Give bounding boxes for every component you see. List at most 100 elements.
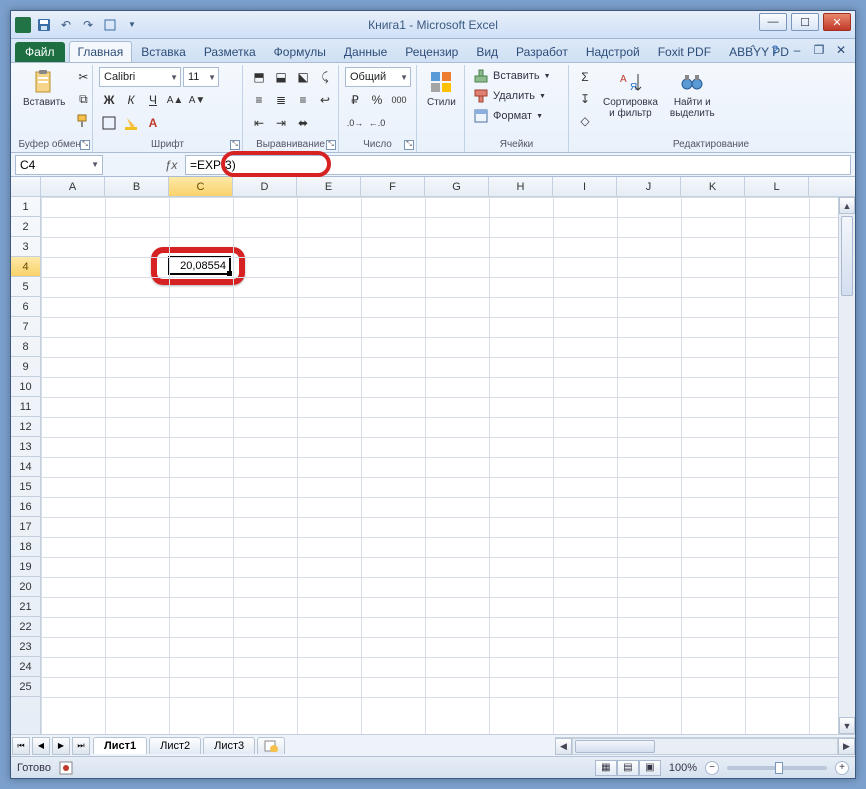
page-layout-view-icon[interactable]: ▤ bbox=[617, 760, 639, 776]
increase-decimal-icon[interactable]: .0→ bbox=[345, 113, 365, 133]
row-header[interactable]: 17 bbox=[11, 517, 40, 537]
row-header[interactable]: 2 bbox=[11, 217, 40, 237]
fill-color-icon[interactable] bbox=[121, 113, 141, 133]
zoom-slider[interactable] bbox=[727, 766, 827, 770]
column-header[interactable]: B bbox=[105, 177, 169, 196]
tab-review[interactable]: Рецензир bbox=[396, 41, 467, 62]
find-select-button[interactable]: Найти и выделить bbox=[666, 67, 719, 121]
wrap-text-icon[interactable]: ↩ bbox=[315, 90, 335, 110]
insert-cells-button[interactable]: Вставить ▼ bbox=[471, 67, 553, 85]
formula-input[interactable]: =EXP(3) bbox=[185, 155, 851, 175]
tab-insert[interactable]: Вставка bbox=[132, 41, 195, 62]
align-bottom-icon[interactable]: ⬕ bbox=[293, 67, 313, 87]
tab-file[interactable]: Файл bbox=[15, 42, 65, 62]
autosum-icon[interactable]: Σ bbox=[575, 67, 595, 87]
workbook-close-icon[interactable]: ✕ bbox=[833, 42, 849, 58]
hscroll-track[interactable] bbox=[572, 738, 838, 755]
tab-layout[interactable]: Разметка bbox=[195, 41, 265, 62]
row-header[interactable]: 20 bbox=[11, 577, 40, 597]
decrease-indent-icon[interactable]: ⇤ bbox=[249, 113, 269, 133]
qat-customize-icon[interactable]: ▼ bbox=[123, 16, 141, 34]
hscroll-thumb[interactable] bbox=[575, 740, 655, 753]
orientation-icon[interactable]: ⤹ bbox=[315, 67, 335, 87]
align-right-icon[interactable]: ≡ bbox=[293, 90, 313, 110]
sheet-tab-3[interactable]: Лист3 bbox=[203, 737, 255, 754]
fill-handle[interactable] bbox=[227, 271, 232, 276]
comma-icon[interactable]: 000 bbox=[389, 90, 409, 110]
tab-addins[interactable]: Надстрой bbox=[577, 41, 649, 62]
row-header[interactable]: 16 bbox=[11, 497, 40, 517]
cut-icon[interactable]: ✂ bbox=[73, 67, 93, 87]
row-header[interactable]: 12 bbox=[11, 417, 40, 437]
font-name-combo[interactable]: Calibri▼ bbox=[99, 67, 181, 87]
row-header[interactable]: 6 bbox=[11, 297, 40, 317]
scroll-right-icon[interactable]: ▶ bbox=[838, 738, 855, 755]
merge-icon[interactable]: ⬌ bbox=[293, 113, 313, 133]
scroll-left-icon[interactable]: ◀ bbox=[555, 738, 572, 755]
qat-extra-icon[interactable] bbox=[101, 16, 119, 34]
normal-view-icon[interactable]: ▦ bbox=[595, 760, 617, 776]
page-break-view-icon[interactable]: ▣ bbox=[639, 760, 661, 776]
tab-foxit[interactable]: Foxit PDF bbox=[649, 41, 720, 62]
vertical-scrollbar[interactable]: ▲ ▼ bbox=[838, 197, 855, 734]
workbook-restore-icon[interactable]: ❐ bbox=[811, 42, 827, 58]
borders-icon[interactable] bbox=[99, 113, 119, 133]
underline-button[interactable]: Ч bbox=[143, 90, 163, 110]
tab-developer[interactable]: Разработ bbox=[507, 41, 577, 62]
column-header[interactable]: E bbox=[297, 177, 361, 196]
row-header[interactable]: 18 bbox=[11, 537, 40, 557]
increase-font-icon[interactable]: A▲ bbox=[165, 90, 185, 110]
scroll-down-icon[interactable]: ▼ bbox=[839, 717, 855, 734]
row-header[interactable]: 5 bbox=[11, 277, 40, 297]
tab-data[interactable]: Данные bbox=[335, 41, 396, 62]
chevron-down-icon[interactable]: ▼ bbox=[91, 160, 99, 169]
bold-button[interactable]: Ж bbox=[99, 90, 119, 110]
row-header[interactable]: 23 bbox=[11, 637, 40, 657]
scroll-up-icon[interactable]: ▲ bbox=[839, 197, 855, 214]
row-header[interactable]: 14 bbox=[11, 457, 40, 477]
row-header[interactable]: 21 bbox=[11, 597, 40, 617]
ribbon-minimize-icon[interactable]: ˆ bbox=[745, 42, 761, 58]
sheet-tab-1[interactable]: Лист1 bbox=[93, 737, 147, 754]
number-format-combo[interactable]: Общий▼ bbox=[345, 67, 411, 87]
row-header[interactable]: 15 bbox=[11, 477, 40, 497]
font-size-combo[interactable]: 11▼ bbox=[183, 67, 219, 87]
copy-icon[interactable]: ⧉ bbox=[73, 89, 93, 109]
currency-icon[interactable]: ₽ bbox=[345, 90, 365, 110]
dialog-launcher-icon[interactable]: ⤡ bbox=[326, 140, 336, 150]
scroll-thumb[interactable] bbox=[841, 216, 853, 296]
column-header[interactable]: K bbox=[681, 177, 745, 196]
tab-nav-first-icon[interactable]: ⏮ bbox=[12, 737, 30, 755]
font-color-icon[interactable]: A bbox=[143, 113, 163, 133]
undo-icon[interactable]: ↶ bbox=[57, 16, 75, 34]
column-header[interactable]: L bbox=[745, 177, 809, 196]
row-header[interactable]: 8 bbox=[11, 337, 40, 357]
sort-filter-button[interactable]: АЯ Сортировка и фильтр bbox=[599, 67, 662, 121]
tab-nav-prev-icon[interactable]: ◀ bbox=[32, 737, 50, 755]
name-box[interactable]: C4 ▼ bbox=[15, 155, 103, 175]
delete-cells-button[interactable]: Удалить ▼ bbox=[471, 87, 548, 105]
save-icon[interactable] bbox=[35, 16, 53, 34]
increase-indent-icon[interactable]: ⇥ bbox=[271, 113, 291, 133]
select-all-corner[interactable] bbox=[11, 177, 41, 196]
row-header[interactable]: 13 bbox=[11, 437, 40, 457]
row-header[interactable]: 19 bbox=[11, 557, 40, 577]
row-header[interactable]: 10 bbox=[11, 377, 40, 397]
new-sheet-button[interactable] bbox=[257, 737, 285, 754]
align-middle-icon[interactable]: ⬓ bbox=[271, 67, 291, 87]
maximize-button[interactable]: ☐ bbox=[791, 13, 819, 31]
align-left-icon[interactable]: ≡ bbox=[249, 90, 269, 110]
close-button[interactable]: ✕ bbox=[823, 13, 851, 31]
active-cell[interactable]: 20,08554 bbox=[168, 256, 231, 275]
insert-function-button[interactable]: ƒx bbox=[161, 155, 181, 175]
row-header[interactable]: 7 bbox=[11, 317, 40, 337]
row-header[interactable]: 22 bbox=[11, 617, 40, 637]
column-header[interactable]: F bbox=[361, 177, 425, 196]
dialog-launcher-icon[interactable]: ⤡ bbox=[404, 140, 414, 150]
workbook-minimize-icon[interactable]: – bbox=[789, 42, 805, 58]
paste-button[interactable]: Вставить bbox=[19, 67, 69, 110]
tab-nav-last-icon[interactable]: ⏭ bbox=[72, 737, 90, 755]
clear-icon[interactable]: ◇ bbox=[575, 111, 595, 131]
row-header[interactable]: 25 bbox=[11, 677, 40, 697]
zoom-out-button[interactable]: − bbox=[705, 761, 719, 775]
